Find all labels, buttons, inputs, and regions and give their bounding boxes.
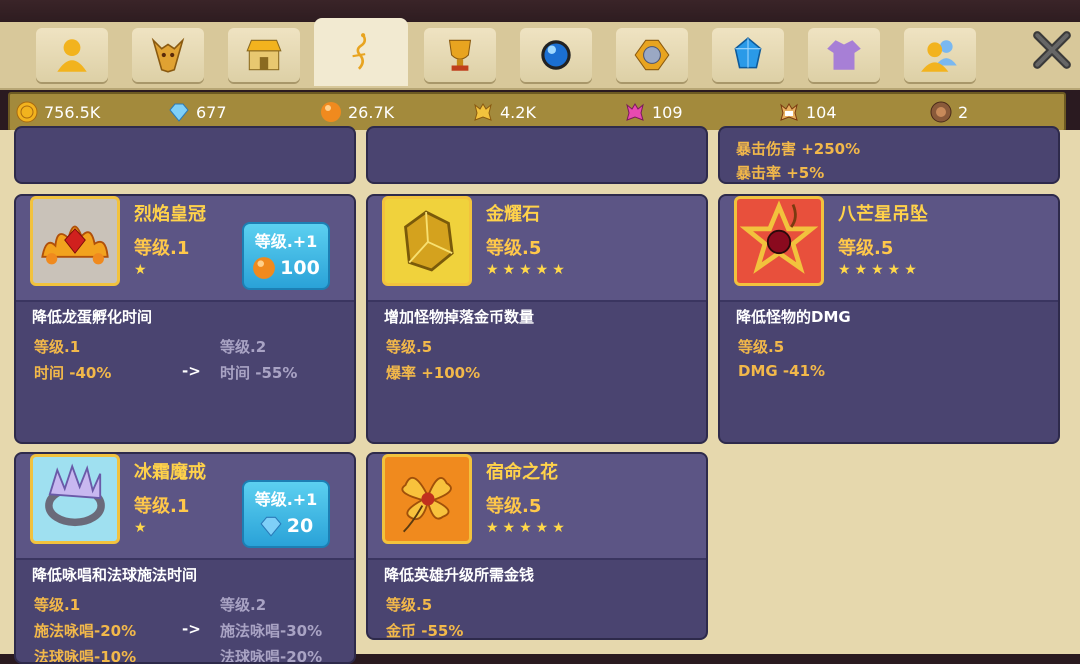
artifact-name: 金耀石 (486, 204, 540, 225)
resource-pink-creature: 109 (624, 94, 683, 130)
current-value: 金币 -55% (386, 622, 464, 640)
tab-hero[interactable] (36, 28, 108, 82)
next-value: 施法咏唱-30% (220, 622, 323, 640)
star-rating: ★★★★★ (486, 520, 569, 536)
tab-trophy[interactable] (424, 28, 496, 82)
next-value-2: 法球咏唱-20% (220, 648, 323, 664)
star-rating: ★★★★★ (486, 262, 569, 278)
gold-coin-icon (16, 101, 38, 123)
artifact-name: 八芒星吊坠 (838, 204, 928, 225)
tab-gem-frame[interactable] (616, 28, 688, 82)
artifact-card-fate-flower[interactable]: 宿命之花 等级.5 ★★★★★ 降低英雄升级所需金钱 等级.5 金币 -55% (366, 452, 708, 640)
bronze-token-icon (930, 101, 952, 123)
yellow-creature-icon (474, 103, 492, 121)
artifact-list-panel[interactable]: 暴击伤害 +250% 暴击率 +5% 烈焰皇冠 等级.1 ★ 等级.+1 100… (0, 126, 1080, 664)
flame-crown-icon (30, 196, 120, 286)
artifact-description: 降低咏唱和法球施法时间 (32, 566, 198, 584)
resource-diamond: 677 (168, 94, 227, 130)
gem-frame-icon (634, 39, 670, 71)
current-value: DMG -41% (738, 362, 826, 380)
tab-dragon[interactable] (132, 28, 204, 82)
gold-stone-icon (382, 196, 472, 286)
shop-icon (246, 39, 282, 71)
card-tail-1 (14, 126, 356, 184)
current-value: 爆率 +100% (386, 364, 481, 382)
artifact-name: 烈焰皇冠 (134, 204, 206, 225)
category-tab-bar (0, 18, 1080, 90)
upgrade-button[interactable]: 等级.+1 20 (242, 480, 330, 548)
star-rating: ★ (134, 262, 151, 278)
artifact-description: 降低英雄升级所需金钱 (384, 566, 535, 584)
resource-orb: 26.7K (320, 94, 394, 130)
artifact-card-gold-stone[interactable]: 金耀石 等级.5 ★★★★★ 增加怪物掉落金币数量 等级.5 爆率 +100% (366, 194, 708, 444)
tab-shop[interactable] (228, 28, 300, 82)
star-rating: ★★★★★ (838, 262, 921, 278)
stat-crit-rate: 暴击率 +5% (736, 164, 825, 182)
orange-orb-icon (253, 257, 276, 279)
artifact-level: 等级.1 (134, 238, 190, 259)
artifact-level: 等级.5 (486, 496, 542, 517)
blue-crystal-icon (734, 37, 762, 69)
current-value: 时间 -40% (34, 364, 112, 382)
golden-hook-icon (352, 33, 367, 70)
current-level: 等级.1 (34, 596, 81, 614)
fate-flower-icon (382, 454, 472, 544)
trophy-icon (448, 39, 472, 71)
tab-costume[interactable] (808, 28, 880, 82)
artifact-level: 等级.5 (486, 238, 542, 259)
card-tail-3: 暴击伤害 +250% 暴击率 +5% (718, 126, 1060, 184)
artifact-card-frost-ring[interactable]: 冰霜魔戒 等级.1 ★ 等级.+1 20 降低咏唱和法球施法时间 等级.1 施法… (14, 452, 356, 664)
next-level: 等级.2 (220, 338, 267, 356)
scroll-creature-icon (780, 103, 798, 121)
close-button[interactable] (1028, 26, 1076, 74)
pink-creature-icon (626, 103, 644, 121)
artifact-name: 宿命之花 (486, 462, 558, 483)
current-level: 等级.5 (386, 338, 433, 356)
shirt-icon (827, 40, 861, 70)
next-value: 时间 -55% (220, 364, 298, 382)
dragon-head-icon (151, 37, 185, 73)
next-level: 等级.2 (220, 596, 267, 614)
star-pendant-icon (734, 196, 824, 286)
artifact-description: 增加怪物掉落金币数量 (384, 308, 535, 326)
resource-scroll-creature: 104 (778, 94, 837, 130)
diamond-icon (260, 516, 282, 537)
resource-bronze-token: 2 (930, 94, 968, 130)
tab-artifact[interactable] (314, 18, 408, 86)
star-rating: ★ (134, 520, 151, 536)
current-value-2: 法球咏唱-10% (34, 648, 137, 664)
current-level: 等级.5 (738, 338, 785, 356)
current-level: 等级.1 (34, 338, 81, 356)
arrow: -> (182, 620, 201, 638)
frost-ring-icon (30, 454, 120, 544)
resource-yellow-creature: 4.2K (472, 94, 536, 130)
artifact-description: 降低龙蛋孵化时间 (32, 308, 153, 326)
diamond-icon (169, 103, 189, 122)
artifact-level: 等级.1 (134, 496, 190, 517)
artifact-level: 等级.5 (838, 238, 894, 259)
upgrade-button[interactable]: 等级.+1 100 (242, 222, 330, 290)
tab-orb[interactable] (520, 28, 592, 82)
arrow: -> (182, 362, 201, 380)
current-level: 等级.5 (386, 596, 433, 614)
tab-friends[interactable] (904, 28, 976, 82)
current-value: 施法咏唱-20% (34, 622, 137, 640)
artifact-card-star-pendant[interactable]: 八芒星吊坠 等级.5 ★★★★★ 降低怪物的DMG 等级.5 DMG -41% (718, 194, 1060, 444)
artifact-description: 降低怪物的DMG (736, 308, 851, 326)
close-icon (1033, 31, 1071, 69)
card-tail-2 (366, 126, 708, 184)
tab-crystal[interactable] (712, 28, 784, 82)
stat-crit-damage: 暴击伤害 +250% (736, 140, 861, 158)
friends-icon (921, 40, 957, 72)
blue-orb-icon (541, 40, 571, 70)
artifact-name: 冰霜魔戒 (134, 462, 206, 483)
resource-gold: 756.5K (16, 94, 100, 130)
artifact-card-flame-crown[interactable]: 烈焰皇冠 等级.1 ★ 等级.+1 100 降低龙蛋孵化时间 等级.1 时间 -… (14, 194, 356, 444)
person-icon (57, 39, 87, 72)
orange-orb-icon (321, 102, 341, 122)
